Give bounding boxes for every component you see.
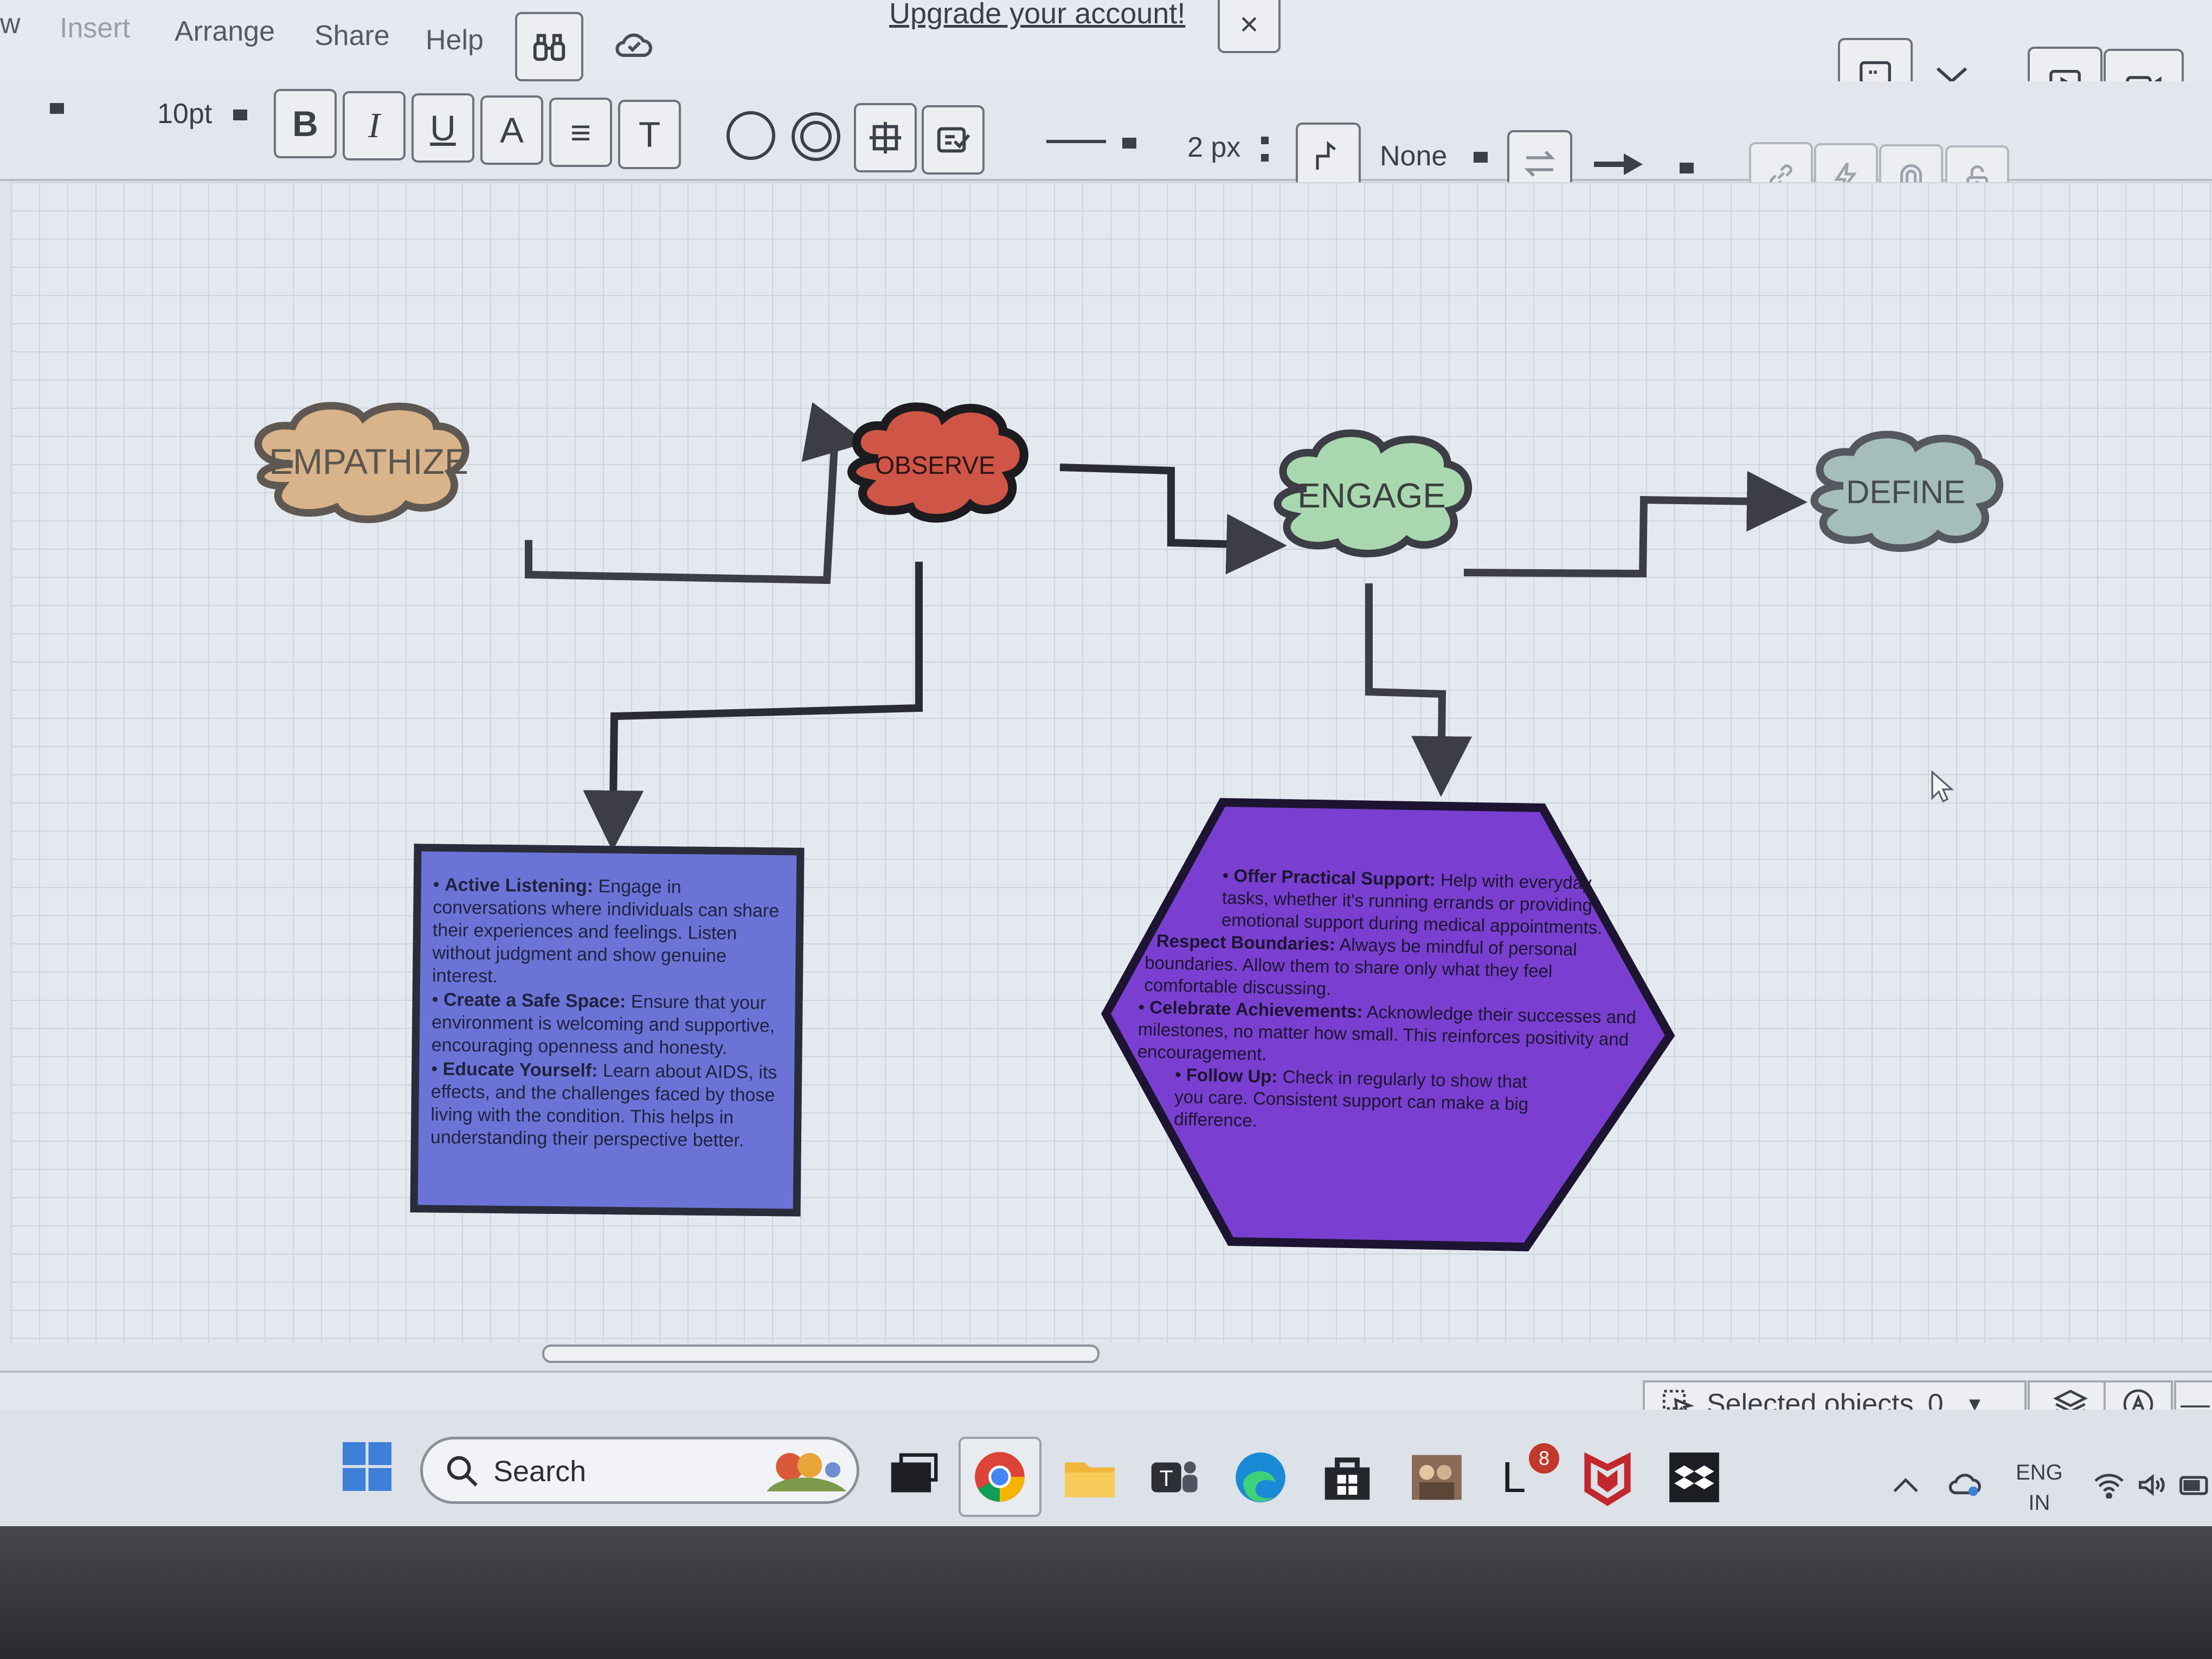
line-style-icon[interactable]: [1046, 140, 1106, 143]
svg-text:T: T: [1160, 1466, 1173, 1491]
tip-follow-up: • Follow Up: Check in regularly to show …: [1173, 1064, 1529, 1131]
file-explorer-icon[interactable]: [1060, 1448, 1120, 1507]
connector-empathize-observe[interactable]: [525, 402, 867, 584]
edit-check-icon: [937, 127, 970, 153]
store-icon[interactable]: [1317, 1448, 1377, 1507]
align-button[interactable]: ≡: [549, 98, 612, 167]
line-width-value[interactable]: 2 px: [1187, 131, 1240, 164]
mail-badge: 8: [1529, 1443, 1559, 1474]
cloud-define[interactable]: DEFINE: [1810, 430, 2004, 552]
chrome-icon: [975, 1452, 1025, 1502]
photos-icon[interactable]: [1407, 1448, 1467, 1507]
task-view-icon[interactable]: [884, 1448, 943, 1507]
node-label-engage: ENGAGE: [1297, 476, 1446, 515]
waypoint-button[interactable]: [1296, 123, 1361, 190]
menu-share[interactable]: Share: [314, 20, 390, 52]
chevron-up-icon[interactable]: [1892, 1475, 1919, 1494]
crop-icon: [869, 121, 902, 154]
node-label-empathize: EMPATHIZE: [269, 441, 468, 481]
cloud-status-icon[interactable]: [1946, 1467, 1984, 1500]
font-size-dropdown-icon[interactable]: [233, 110, 247, 120]
menu-view[interactable]: w: [0, 8, 21, 40]
tip-safe-space: • Create a Safe Space: Ensure that your …: [431, 989, 775, 1059]
tip-educate-yourself: • Educate Yourself: Learn about AIDS, it…: [430, 1058, 777, 1151]
mcafee-icon[interactable]: [1578, 1448, 1637, 1507]
edge-icon[interactable]: [1231, 1448, 1290, 1507]
connector-engage-support[interactable]: [1365, 583, 1472, 797]
language-indicator[interactable]: ENG IN: [2016, 1457, 2063, 1518]
dropdown-square-icon[interactable]: [50, 103, 64, 114]
double-circle-icon[interactable]: [789, 110, 843, 164]
arrow-start-dropdown-icon[interactable]: [1474, 152, 1488, 163]
battery-icon[interactable]: [2179, 1475, 2212, 1496]
engage-tips-text: • Offer Practical Support: Help with eve…: [1125, 862, 1640, 1140]
node-label-observe: OBSERVE: [875, 451, 995, 479]
font-color-button[interactable]: A: [480, 95, 543, 165]
cloud-observe[interactable]: OBSERVE: [847, 402, 1028, 523]
menu-insert[interactable]: Insert: [60, 12, 130, 44]
search-highlight-icon: [767, 1453, 847, 1491]
text-options-button[interactable]: T: [618, 100, 681, 169]
mouse-cursor-icon: [1931, 770, 1954, 803]
drawing-app-window: w Insert Arrange Share Help Upgrade your…: [0, 0, 2212, 1410]
search-label: Search: [493, 1455, 587, 1488]
arrow-end-icon[interactable]: [1591, 151, 1645, 178]
dropbox-icon[interactable]: [1664, 1448, 1724, 1507]
empathize-tips-box[interactable]: • Active Listening: Engage in conversati…: [410, 844, 805, 1217]
node-label-define: DEFINE: [1846, 474, 1965, 510]
taskbar-chrome-active[interactable]: [959, 1437, 1041, 1517]
connector-engage-define[interactable]: [1463, 471, 1808, 578]
tip-respect-boundaries: • Respect Boundaries: Always be mindful …: [1144, 930, 1578, 999]
mail-app-icon[interactable]: L8: [1502, 1443, 1561, 1507]
connector-observe-listening[interactable]: [583, 562, 923, 851]
teams-icon[interactable]: T: [1144, 1448, 1204, 1507]
tip-active-listening: • Active Listening: Engage in conversati…: [432, 874, 780, 987]
line-style-dropdown-icon[interactable]: [1122, 138, 1136, 149]
close-icon: ×: [1239, 5, 1259, 42]
swap-icon: [1524, 151, 1555, 177]
upgrade-account-link[interactable]: Upgrade your account!: [889, 0, 1185, 30]
search-icon: [447, 1456, 478, 1487]
connector-observe-engage[interactable]: [1059, 464, 1287, 575]
horizontal-scrollbar[interactable]: [542, 1345, 1099, 1363]
cloud-sync-icon[interactable]: [613, 28, 656, 61]
wifi-icon[interactable]: [2093, 1471, 2125, 1499]
windows-start-icon[interactable]: [343, 1442, 391, 1491]
italic-button[interactable]: I: [343, 91, 406, 160]
circle-shape-icon[interactable]: [724, 108, 778, 163]
menu-arrange[interactable]: Arrange: [175, 15, 275, 48]
close-upgrade-button[interactable]: ×: [1218, 0, 1281, 53]
binoculars-icon: [533, 34, 565, 61]
font-size-select[interactable]: 10pt: [157, 98, 212, 130]
find-button[interactable]: [515, 12, 583, 81]
format-toolbar: 10pt B I U A ≡ T 2 px None: [0, 81, 2212, 213]
elbow-connector-icon: [1316, 141, 1336, 170]
tip-practical-support: • Offer Practical Support: Help with eve…: [1221, 865, 1603, 938]
bold-button[interactable]: B: [274, 89, 337, 158]
arrow-end-dropdown-icon[interactable]: [1680, 163, 1694, 173]
crop-button[interactable]: [854, 103, 917, 172]
menu-bar: w Insert Arrange Share Help Upgrade your…: [0, 0, 2212, 126]
taskbar-search[interactable]: Search: [420, 1437, 859, 1504]
edit-data-button[interactable]: [922, 105, 985, 175]
laptop-bezel: [0, 1526, 2212, 1659]
underline-button[interactable]: U: [411, 93, 474, 163]
tip-celebrate-achievements: • Celebrate Achievements: Acknowledge th…: [1137, 996, 1637, 1064]
cloud-engage[interactable]: ENGAGE: [1274, 429, 1472, 557]
cloud-empathize[interactable]: EMPATHIZE: [254, 402, 470, 523]
menu-help[interactable]: Help: [426, 24, 484, 56]
line-width-stepper-icon[interactable]: [1261, 137, 1269, 162]
volume-icon[interactable]: [2136, 1471, 2169, 1499]
arrow-start-select[interactable]: None: [1380, 140, 1447, 172]
